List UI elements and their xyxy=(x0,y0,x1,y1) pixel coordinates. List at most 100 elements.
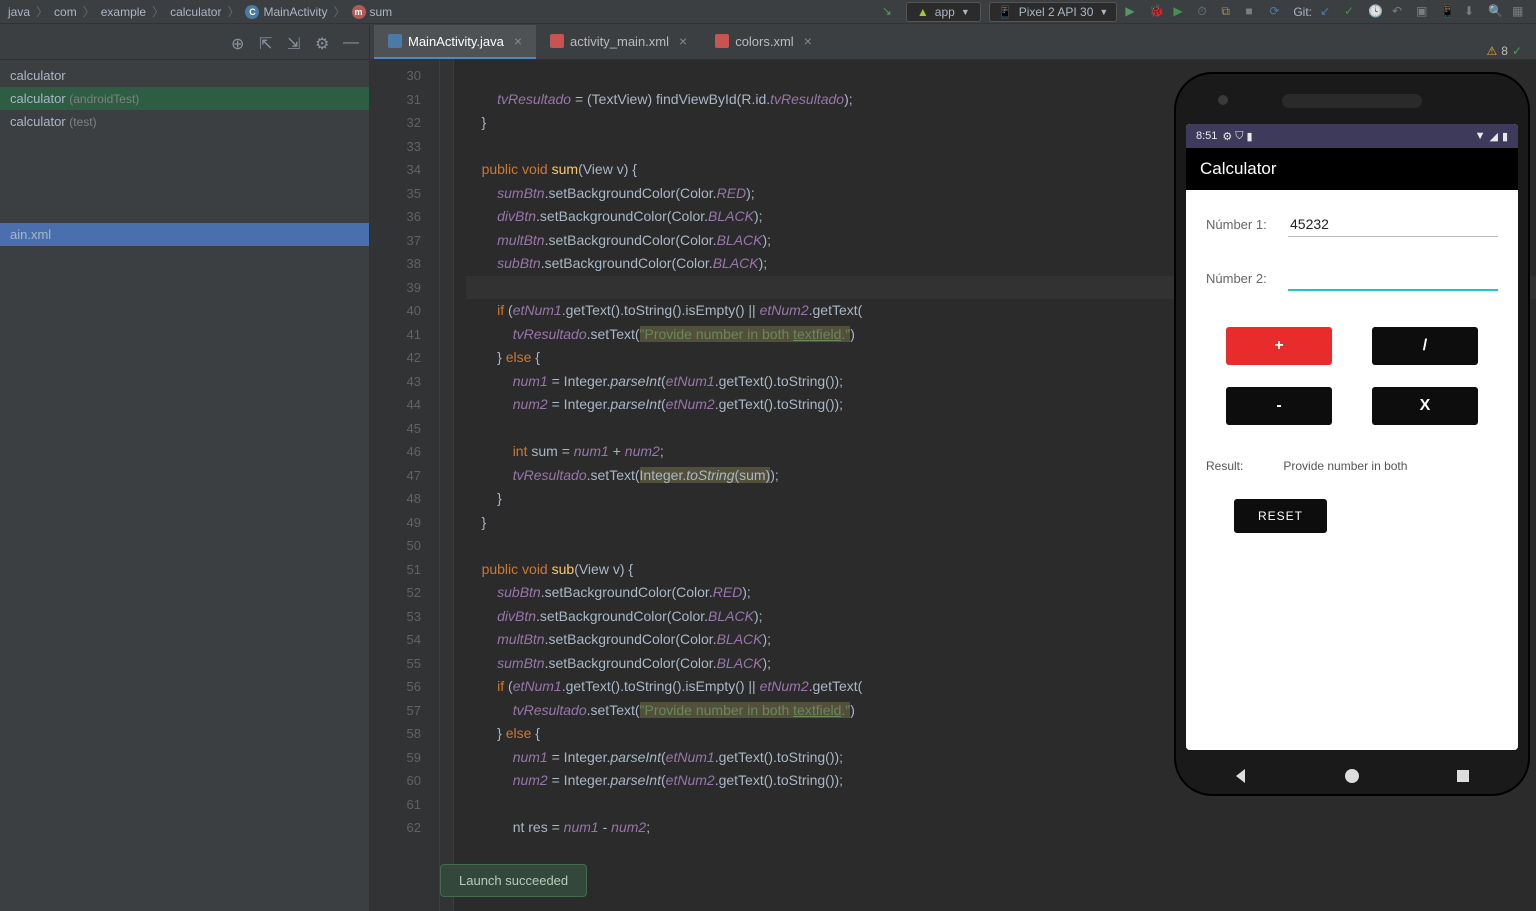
tab-label: colors.xml xyxy=(735,34,794,49)
settings-icon[interactable]: ⚙ xyxy=(315,34,331,50)
run-icon[interactable]: ▶ xyxy=(1125,4,1141,20)
debug-icon[interactable]: 🐞 xyxy=(1149,4,1165,20)
warning-icon: ⚠ xyxy=(1486,44,1497,58)
warning-count: 8 xyxy=(1501,44,1508,58)
device-selector[interactable]: 📱 Pixel 2 API 30 ▼ xyxy=(989,2,1118,22)
num1-label: Númber 1: xyxy=(1206,217,1288,232)
line-gutter: 3031323334353637383940414243444546474849… xyxy=(370,60,440,911)
close-icon[interactable]: × xyxy=(804,33,812,49)
android-icon: ▲ xyxy=(917,5,929,19)
chevron-down-icon: ▼ xyxy=(961,7,970,17)
back-button[interactable] xyxy=(1231,766,1251,786)
emulator-screen[interactable]: 8:51 ⚙ ⛉ ▮ ▼ ◢ ▮ Calculator Númber 1: Nú… xyxy=(1186,124,1518,750)
coverage-icon[interactable]: ▶ xyxy=(1173,4,1189,20)
xml-file-icon xyxy=(550,34,564,48)
git-history-icon[interactable]: 🕓 xyxy=(1368,4,1384,20)
run-config-selector[interactable]: ▲ app ▼ xyxy=(906,2,981,22)
assistant-icon[interactable]: ▣ xyxy=(1416,4,1432,20)
shield-icon: ⛉ xyxy=(1235,130,1243,143)
attach-icon[interactable]: ⧉ xyxy=(1221,4,1237,20)
expand-icon[interactable]: ⇱ xyxy=(259,34,275,50)
result-label: Result: xyxy=(1206,459,1243,473)
git-update-icon[interactable]: ↙ xyxy=(1320,4,1336,20)
project-sidebar: ⊕ ⇱ ⇲ ⚙ — calculator calculator (android… xyxy=(0,24,370,911)
git-label: Git: xyxy=(1293,5,1312,19)
breadcrumb-sum[interactable]: msum xyxy=(352,5,393,19)
breadcrumb-calculator[interactable]: calculator xyxy=(170,5,221,19)
result-value: Provide number in both xyxy=(1283,459,1407,473)
chevron-down-icon: ▼ xyxy=(1099,7,1108,17)
divide-button[interactable]: / xyxy=(1372,327,1478,365)
sidebar-header: ⊕ ⇱ ⇲ ⚙ — xyxy=(0,24,369,60)
check-icon: ✓ xyxy=(1512,44,1522,58)
android-nav-bar xyxy=(1186,754,1518,798)
gear-icon: ⚙ xyxy=(1222,130,1232,143)
avd-icon[interactable]: 📱 xyxy=(1440,4,1456,20)
toolbar-right: ↘ ▲ app ▼ 📱 Pixel 2 API 30 ▼ ▶ 🐞 ▶ ⏱ ⧉ ■… xyxy=(882,2,1528,22)
phone-icon: 📱 xyxy=(998,5,1013,19)
java-file-icon xyxy=(388,34,402,48)
minimize-icon[interactable]: — xyxy=(343,34,359,50)
subtract-button[interactable]: - xyxy=(1226,387,1332,425)
git-commit-icon[interactable]: ✓ xyxy=(1344,4,1360,20)
search-icon[interactable]: 🔍 xyxy=(1488,4,1504,20)
stop-icon[interactable]: ■ xyxy=(1245,4,1261,20)
battery-icon: ▮ xyxy=(1502,130,1508,143)
fold-gutter xyxy=(440,60,454,911)
git-revert-icon[interactable]: ↶ xyxy=(1392,4,1408,20)
breadcrumb-mainactivity[interactable]: CMainActivity xyxy=(245,5,327,19)
phone-speaker xyxy=(1282,94,1422,108)
tab-activity-main[interactable]: activity_main.xml × xyxy=(536,25,701,59)
home-button[interactable] xyxy=(1342,766,1362,786)
tab-label: activity_main.xml xyxy=(570,34,669,49)
class-icon: C xyxy=(245,5,259,19)
sync-icon[interactable]: ⟳ xyxy=(1269,4,1285,20)
close-icon[interactable]: × xyxy=(679,33,687,49)
sdk-icon[interactable]: ⬇ xyxy=(1464,4,1480,20)
tree-item-xml-file[interactable]: ain.xml xyxy=(0,223,369,246)
annotation: (test) xyxy=(69,115,96,129)
annotation: (androidTest) xyxy=(69,92,139,106)
wifi-icon: ▼ xyxy=(1475,130,1486,143)
tab-mainactivity[interactable]: MainActivity.java × xyxy=(374,25,536,59)
app-bar: Calculator xyxy=(1186,148,1518,190)
operation-buttons: + / - X xyxy=(1206,319,1498,433)
tree-item-calculator[interactable]: calculator xyxy=(0,64,369,87)
build-icon[interactable]: ↘ xyxy=(882,4,898,20)
bookmark-icon: ▮ xyxy=(1247,130,1253,143)
app-body: Númber 1: Númber 2: + / - X Result: Prov… xyxy=(1186,190,1518,750)
signal-icon: ◢ xyxy=(1489,130,1497,143)
status-bar: 8:51 ⚙ ⛉ ▮ ▼ ◢ ▮ xyxy=(1186,124,1518,148)
collapse-icon[interactable]: ⇲ xyxy=(287,34,303,50)
reset-button[interactable]: RESET xyxy=(1234,499,1327,533)
overview-button[interactable] xyxy=(1453,766,1473,786)
tab-label: MainActivity.java xyxy=(408,34,504,49)
launch-toast: Launch succeeded xyxy=(440,864,587,897)
status-time: 8:51 xyxy=(1196,130,1217,142)
top-navigation: java〉 com〉 example〉 calculator〉 CMainAct… xyxy=(0,0,1536,24)
num2-input[interactable] xyxy=(1288,265,1498,291)
tree-item-calculator-androidtest[interactable]: calculator (androidTest) xyxy=(0,87,369,110)
xml-file-icon xyxy=(715,34,729,48)
device-label: Pixel 2 API 30 xyxy=(1019,5,1094,19)
add-button[interactable]: + xyxy=(1226,327,1332,365)
tree-item-calculator-test[interactable]: calculator (test) xyxy=(0,110,369,133)
layout-icon[interactable]: ▦ xyxy=(1512,4,1528,20)
tab-colors[interactable]: colors.xml × xyxy=(701,25,826,59)
method-icon: m xyxy=(352,5,366,19)
breadcrumb: java〉 com〉 example〉 calculator〉 CMainAct… xyxy=(8,3,392,20)
breadcrumb-java[interactable]: java xyxy=(8,5,30,19)
android-emulator: 8:51 ⚙ ⛉ ▮ ▼ ◢ ▮ Calculator Númber 1: Nú… xyxy=(1176,74,1528,794)
target-icon[interactable]: ⊕ xyxy=(231,34,247,50)
project-tree: calculator calculator (androidTest) calc… xyxy=(0,60,369,250)
close-icon[interactable]: × xyxy=(514,33,522,49)
inspection-widget[interactable]: ⚠ 8 ✓ xyxy=(1486,44,1522,58)
num1-input[interactable] xyxy=(1288,212,1498,237)
profile-icon[interactable]: ⏱ xyxy=(1197,4,1213,20)
phone-camera xyxy=(1218,95,1228,105)
editor-tabs: MainActivity.java × activity_main.xml × co… xyxy=(370,24,1536,60)
breadcrumb-example[interactable]: example xyxy=(101,5,146,19)
num2-label: Númber 2: xyxy=(1206,271,1288,286)
breadcrumb-com[interactable]: com xyxy=(54,5,77,19)
multiply-button[interactable]: X xyxy=(1372,387,1478,425)
